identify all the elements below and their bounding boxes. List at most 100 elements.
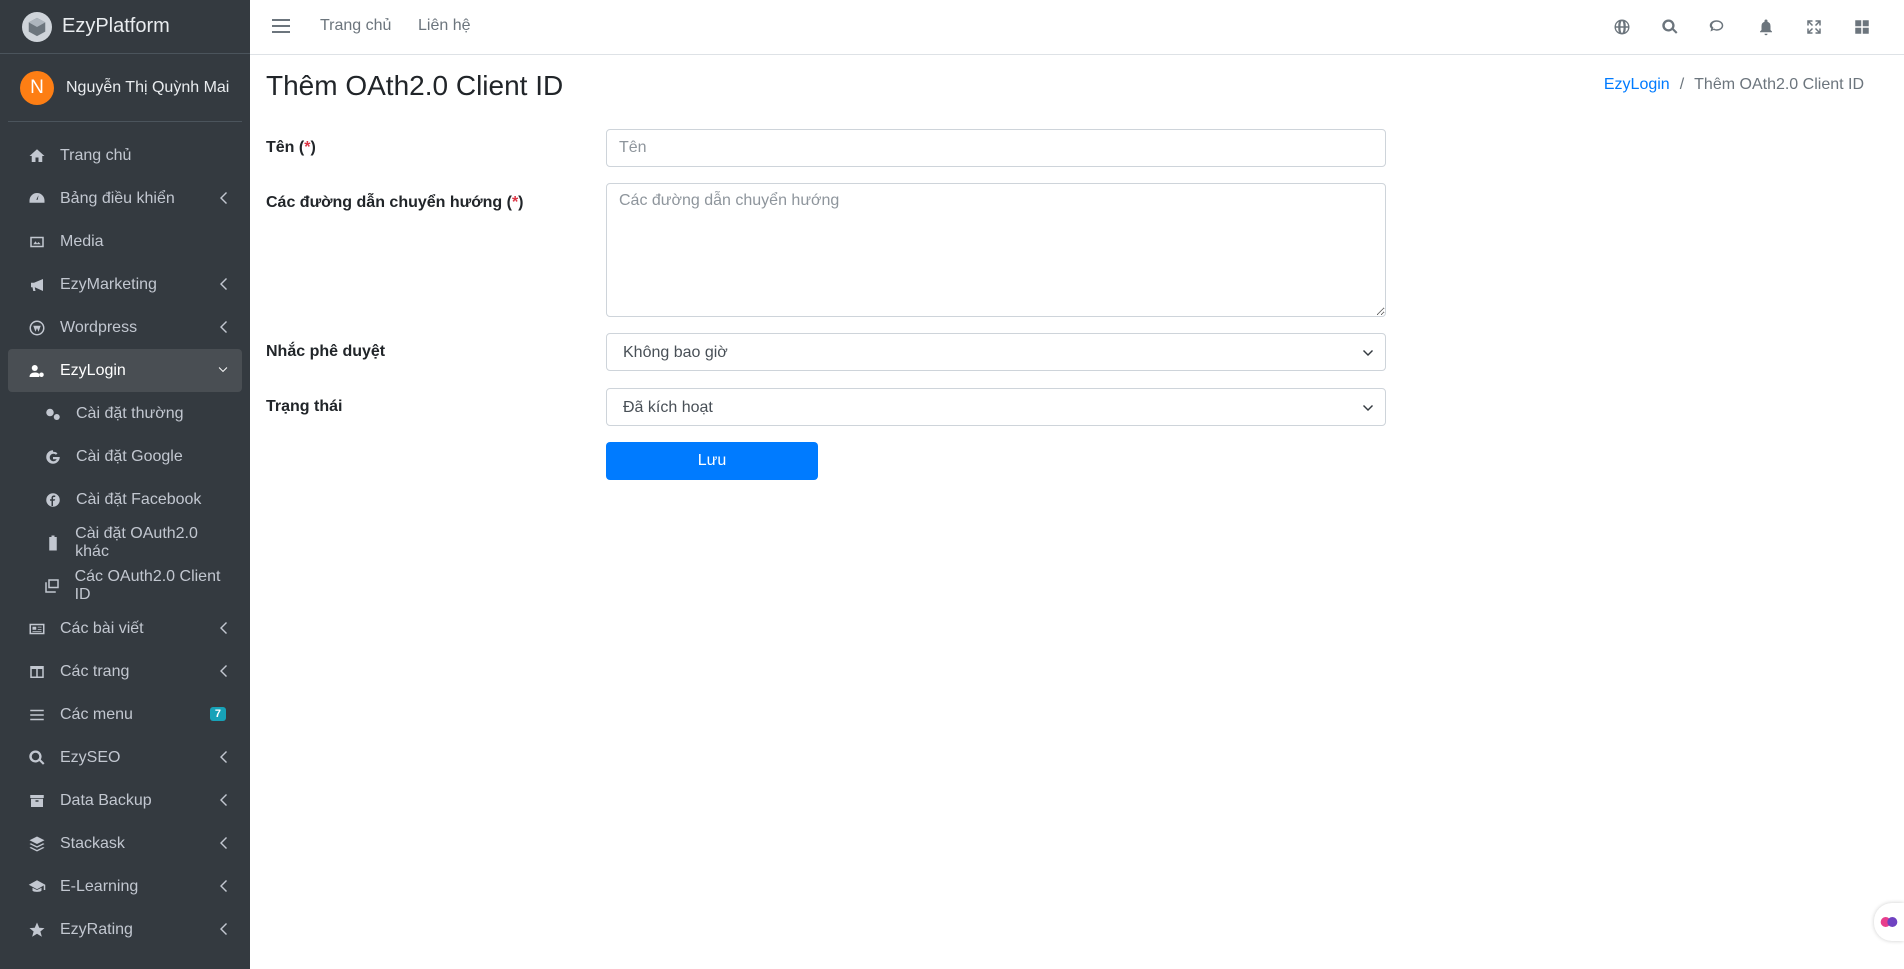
sidebar: EzyPlatform N Nguyễn Thị Quỳnh Mai Trang… xyxy=(0,0,250,969)
brand-logo-icon xyxy=(22,11,52,42)
user-panel[interactable]: N Nguyễn Thị Quỳnh Mai xyxy=(8,54,242,122)
sidebar-item-media[interactable]: Media xyxy=(8,220,242,263)
user-gear-icon xyxy=(26,361,48,381)
brain-icon xyxy=(1880,917,1898,927)
sidebar-item-label: Các OAuth2.0 Client ID xyxy=(74,567,221,603)
sidebar-item-label: Media xyxy=(60,232,104,250)
sidebar-item-label: Trang chủ xyxy=(60,146,132,164)
search-icon[interactable] xyxy=(1646,16,1694,38)
graduation-cap-icon xyxy=(26,877,48,897)
sidebar-item-label: Bảng điều khiển xyxy=(60,189,175,207)
sidebar-item-label: Data Backup xyxy=(60,791,152,809)
approval-prompt-select[interactable]: Không bao giờ xyxy=(606,333,1386,371)
top-navbar: Trang chủ Liên hệ xyxy=(250,0,1904,55)
chevron-down-icon xyxy=(218,363,228,377)
brand[interactable]: EzyPlatform xyxy=(0,0,250,54)
sidebar-item-stackask[interactable]: Stackask xyxy=(8,822,242,865)
avatar: N xyxy=(20,70,54,105)
bars-icon xyxy=(26,705,48,725)
google-icon xyxy=(42,447,64,467)
chevron-left-icon xyxy=(218,191,228,205)
header-link-home[interactable]: Trang chủ xyxy=(320,17,391,35)
sidebar-item-oauth2-client-ids[interactable]: Các OAuth2.0 Client ID xyxy=(8,564,242,607)
breadcrumb-separator: / xyxy=(1679,76,1685,93)
facebook-icon xyxy=(42,490,64,510)
sidebar-item-label: Cài đặt Google xyxy=(76,447,183,465)
user-name: Nguyễn Thị Quỳnh Mai xyxy=(66,78,230,96)
apps-icon[interactable] xyxy=(1838,16,1886,38)
sidebar-item-label: Stackask xyxy=(60,834,125,852)
expand-icon[interactable] xyxy=(1790,16,1838,38)
comments-icon[interactable] xyxy=(1694,16,1742,38)
sidebar-item-wordpress[interactable]: Wordpress xyxy=(8,306,242,349)
search-plus-icon xyxy=(26,748,48,768)
brand-name: EzyPlatform xyxy=(62,15,170,37)
sidebar-item-ezymarketing[interactable]: EzyMarketing xyxy=(8,263,242,306)
chevron-left-icon xyxy=(218,664,228,678)
bullhorn-icon xyxy=(26,275,48,295)
bell-icon[interactable] xyxy=(1742,16,1790,38)
sidebar-item-e-learning[interactable]: E-Learning xyxy=(8,865,242,908)
name-label: Tên (*) xyxy=(266,139,316,156)
sidebar-item-label: Cài đặt OAuth2.0 khác xyxy=(75,524,198,560)
chevron-left-icon xyxy=(218,750,228,764)
chevron-left-icon xyxy=(218,277,228,291)
chevron-left-icon xyxy=(218,922,228,936)
sidebar-item-google-settings[interactable]: Cài đặt Google xyxy=(8,435,242,478)
newspaper-icon xyxy=(26,619,48,639)
breadcrumb-link-ezylogin[interactable]: EzyLogin xyxy=(1604,76,1670,93)
floating-assistant-widget[interactable] xyxy=(1874,903,1904,941)
sidebar-nav: Trang chủ Bảng điều khiển Media EzyMarke… xyxy=(0,122,250,951)
sidebar-item-ezyrating[interactable]: EzyRating xyxy=(8,908,242,951)
status-select-wrapper: Đã kích hoạt xyxy=(606,388,1386,426)
sidebar-item-data-backup[interactable]: Data Backup xyxy=(8,779,242,822)
layers-icon xyxy=(26,834,48,854)
sidebar-item-label: Cài đặt Facebook xyxy=(76,490,202,508)
sidebar-item-label: EzyRating xyxy=(60,920,133,938)
sidebar-item-facebook-settings[interactable]: Cài đặt Facebook xyxy=(8,478,242,521)
redirect-uris-label: Các đường dẫn chuyển hướng (*) xyxy=(266,194,524,211)
chevron-left-icon xyxy=(218,836,228,850)
dashboard-icon xyxy=(26,189,48,209)
sidebar-item-label: EzyLogin xyxy=(60,361,126,379)
page-title: Thêm OAth2.0 Client ID xyxy=(266,70,564,101)
sidebar-item-label: Các bài viết xyxy=(60,619,144,637)
image-icon xyxy=(26,232,48,252)
sidebar-item-ezyseo[interactable]: EzySEO xyxy=(8,736,242,779)
archive-icon xyxy=(26,791,48,811)
sidebar-item-label: EzyMarketing xyxy=(60,275,157,293)
sidebar-item-posts[interactable]: Các bài viết xyxy=(8,607,242,650)
sidebar-item-menus[interactable]: Các menu 7 xyxy=(8,693,242,736)
sidebar-item-other-oauth2-settings[interactable]: Cài đặt OAuth2.0 khác xyxy=(8,521,242,564)
globe-icon[interactable] xyxy=(1598,16,1646,38)
sidebar-item-ezylogin[interactable]: EzyLogin xyxy=(8,349,242,392)
chevron-left-icon xyxy=(218,793,228,807)
gears-icon xyxy=(42,404,64,424)
sidebar-item-dashboard[interactable]: Bảng điều khiển xyxy=(8,177,242,220)
star-icon xyxy=(26,920,48,940)
approval-prompt-select-wrapper: Không bao giờ xyxy=(606,333,1386,371)
approval-prompt-label: Nhắc phê duyệt xyxy=(266,343,386,360)
columns-icon xyxy=(26,662,48,682)
header-link-contact[interactable]: Liên hệ xyxy=(418,17,471,35)
save-button[interactable]: Lưu xyxy=(606,442,818,480)
sidebar-item-home[interactable]: Trang chủ xyxy=(8,134,242,177)
hamburger-menu-icon[interactable] xyxy=(272,18,290,34)
status-select[interactable]: Đã kích hoạt xyxy=(606,388,1386,426)
chevron-left-icon xyxy=(218,320,228,334)
sidebar-item-label: Cài đặt thường xyxy=(76,404,184,422)
sidebar-item-label: EzySEO xyxy=(60,748,121,766)
sidebar-item-label: Các menu xyxy=(60,705,133,723)
clipboard-icon xyxy=(42,533,63,553)
name-input[interactable] xyxy=(606,129,1386,167)
sidebar-item-general-settings[interactable]: Cài đặt thường xyxy=(8,392,242,435)
wordpress-icon xyxy=(26,318,48,338)
chevron-left-icon xyxy=(218,621,228,635)
sidebar-item-label: Wordpress xyxy=(60,318,138,336)
redirect-uris-textarea[interactable] xyxy=(606,183,1386,317)
sidebar-item-pages[interactable]: Các trang xyxy=(8,650,242,693)
sidebar-item-label: Các trang xyxy=(60,662,130,680)
home-icon xyxy=(26,146,48,166)
header-icons xyxy=(1598,16,1886,38)
breadcrumb: EzyLogin / Thêm OAth2.0 Client ID xyxy=(1604,76,1864,94)
